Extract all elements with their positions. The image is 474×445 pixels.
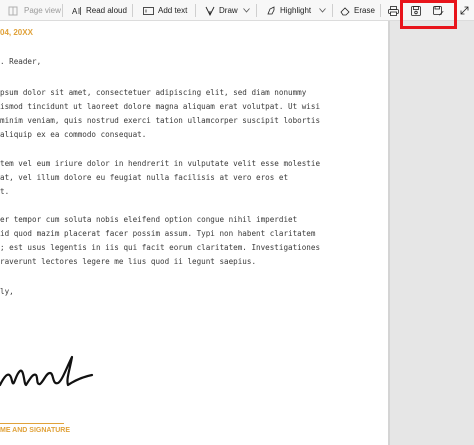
page-view-icon (8, 6, 18, 16)
letter-line: raverunt lectores legere me lius quod ii… (0, 257, 257, 266)
erase-label: Erase (354, 6, 375, 15)
read-aloud-button[interactable]: A Read aloud (72, 0, 127, 21)
draw-button[interactable]: Draw (205, 0, 238, 21)
add-text-button[interactable]: Add text (143, 0, 187, 21)
chevron-down-icon (319, 8, 326, 13)
add-text-icon (143, 6, 154, 16)
letter-line: at, vel illum dolore eu feugiat nulla fa… (0, 173, 289, 182)
highlight-button[interactable]: Highlight (266, 0, 311, 21)
read-aloud-icon: A (72, 6, 82, 16)
letter-line: er tempor cum soluta nobis eleifend opti… (0, 215, 298, 224)
letter-date: 04, 20XX (0, 28, 33, 37)
letter-line: ; est usus legentis in iis qui facit eor… (0, 243, 321, 252)
erase-button[interactable]: Erase (340, 0, 375, 21)
highlight-label: Highlight (280, 6, 312, 15)
printer-icon (388, 5, 399, 16)
page-view-label: Page view (24, 6, 61, 15)
letter-line: ismod tincidunt ut laoreet dolore magna … (0, 102, 321, 111)
letter-line: id quod mazim placerat facer possim assu… (0, 229, 316, 238)
letter-line: tem vel eum iriure dolor in hendrerit in… (0, 159, 321, 168)
letter-line: minim veniam, quis nostrud exerci tation… (0, 116, 321, 125)
toolbar-divider (332, 4, 333, 17)
toolbar-divider (132, 4, 133, 17)
chevron-down-icon (243, 8, 250, 13)
highlight-options-dropdown[interactable] (319, 0, 326, 21)
draw-options-dropdown[interactable] (243, 0, 250, 21)
red-highlight-frame (400, 0, 457, 29)
toolbar-divider (380, 4, 381, 17)
page-shadow-edge (388, 21, 390, 445)
add-text-label: Add text (158, 6, 188, 15)
letter-greeting: . Reader, (0, 57, 42, 66)
fullscreen-button[interactable] (460, 0, 469, 21)
signature-underline (0, 423, 64, 424)
highlighter-icon (266, 5, 276, 16)
toolbar-divider (62, 4, 63, 17)
pdf-page: 04, 20XX . Reader, psum dolor sit amet, … (0, 21, 388, 445)
print-button[interactable] (388, 0, 399, 21)
svg-text:A: A (72, 7, 78, 16)
read-aloud-label: Read aloud (86, 6, 127, 15)
expand-icon (460, 6, 469, 15)
letter-line: psum dolor sit amet, consectetuer adipis… (0, 88, 307, 97)
letter-closing: ly, (0, 287, 14, 296)
letter-line: t. (0, 187, 10, 196)
toolbar-divider (256, 4, 257, 17)
pen-icon (205, 6, 215, 16)
signature-label: ME AND SIGNATURE (0, 427, 70, 434)
handwritten-signature (0, 355, 94, 387)
draw-label: Draw (219, 6, 238, 15)
letter-line: aliquip ex ea commodo consequat. (0, 130, 147, 139)
eraser-icon (340, 6, 350, 16)
toolbar-divider (195, 4, 196, 17)
page-view-button[interactable]: Page view (8, 0, 61, 21)
